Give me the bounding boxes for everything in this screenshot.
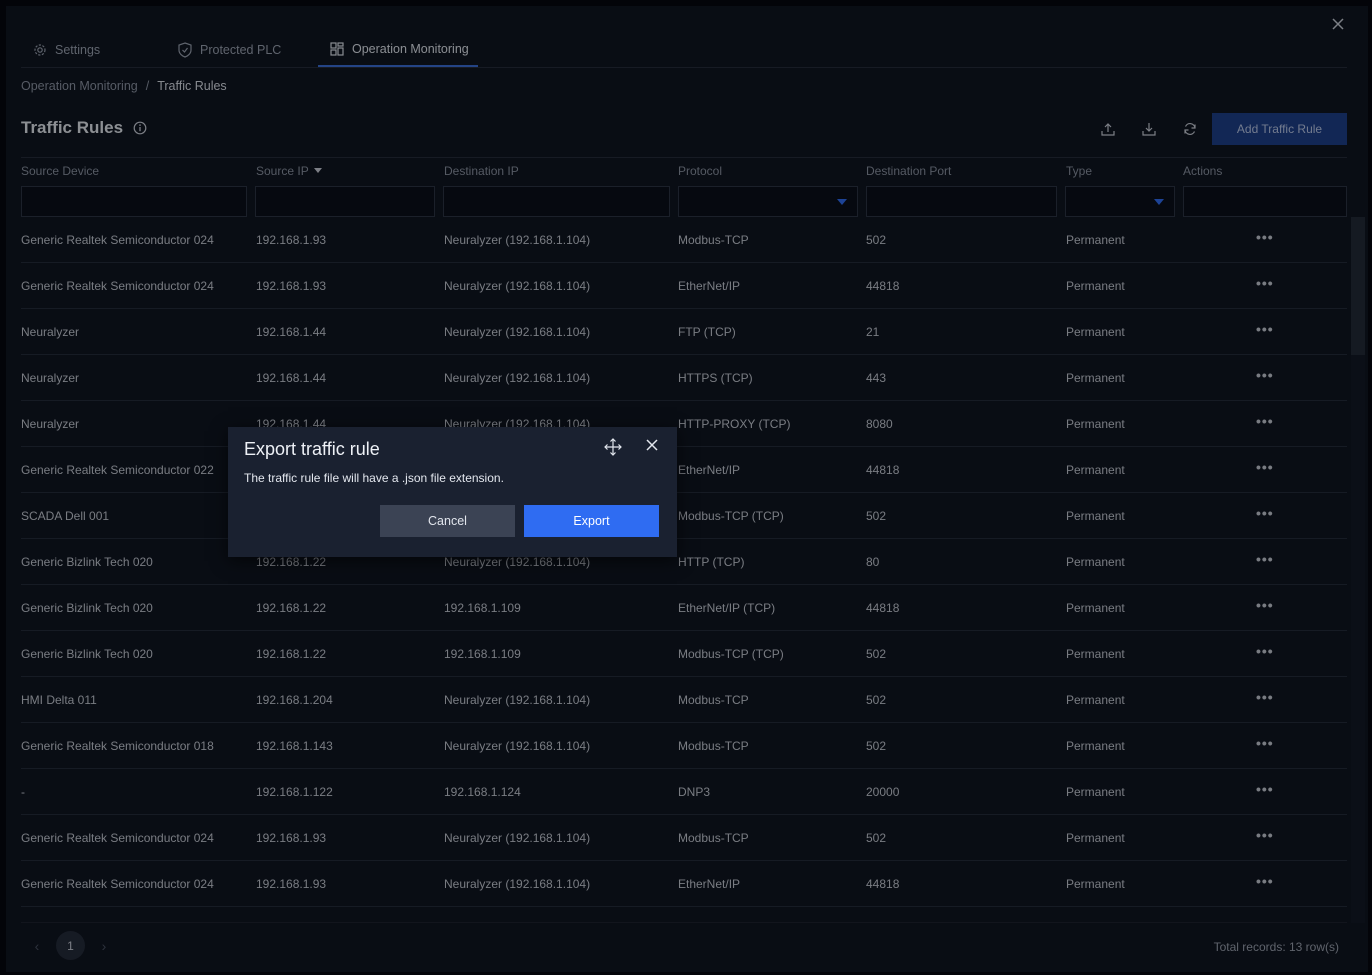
move-icon (604, 438, 622, 456)
modal-overlay (0, 0, 1372, 975)
export-button[interactable]: Export (524, 505, 659, 537)
close-icon (646, 439, 658, 451)
export-dialog: Export traffic rule The traffic rule fil… (228, 427, 677, 557)
cancel-button[interactable]: Cancel (380, 505, 515, 537)
dialog-title: Export traffic rule (244, 439, 380, 459)
dialog-message: The traffic rule file will have a .json … (244, 471, 504, 485)
move-handle[interactable] (603, 437, 623, 457)
dialog-close-button[interactable] (644, 437, 660, 453)
